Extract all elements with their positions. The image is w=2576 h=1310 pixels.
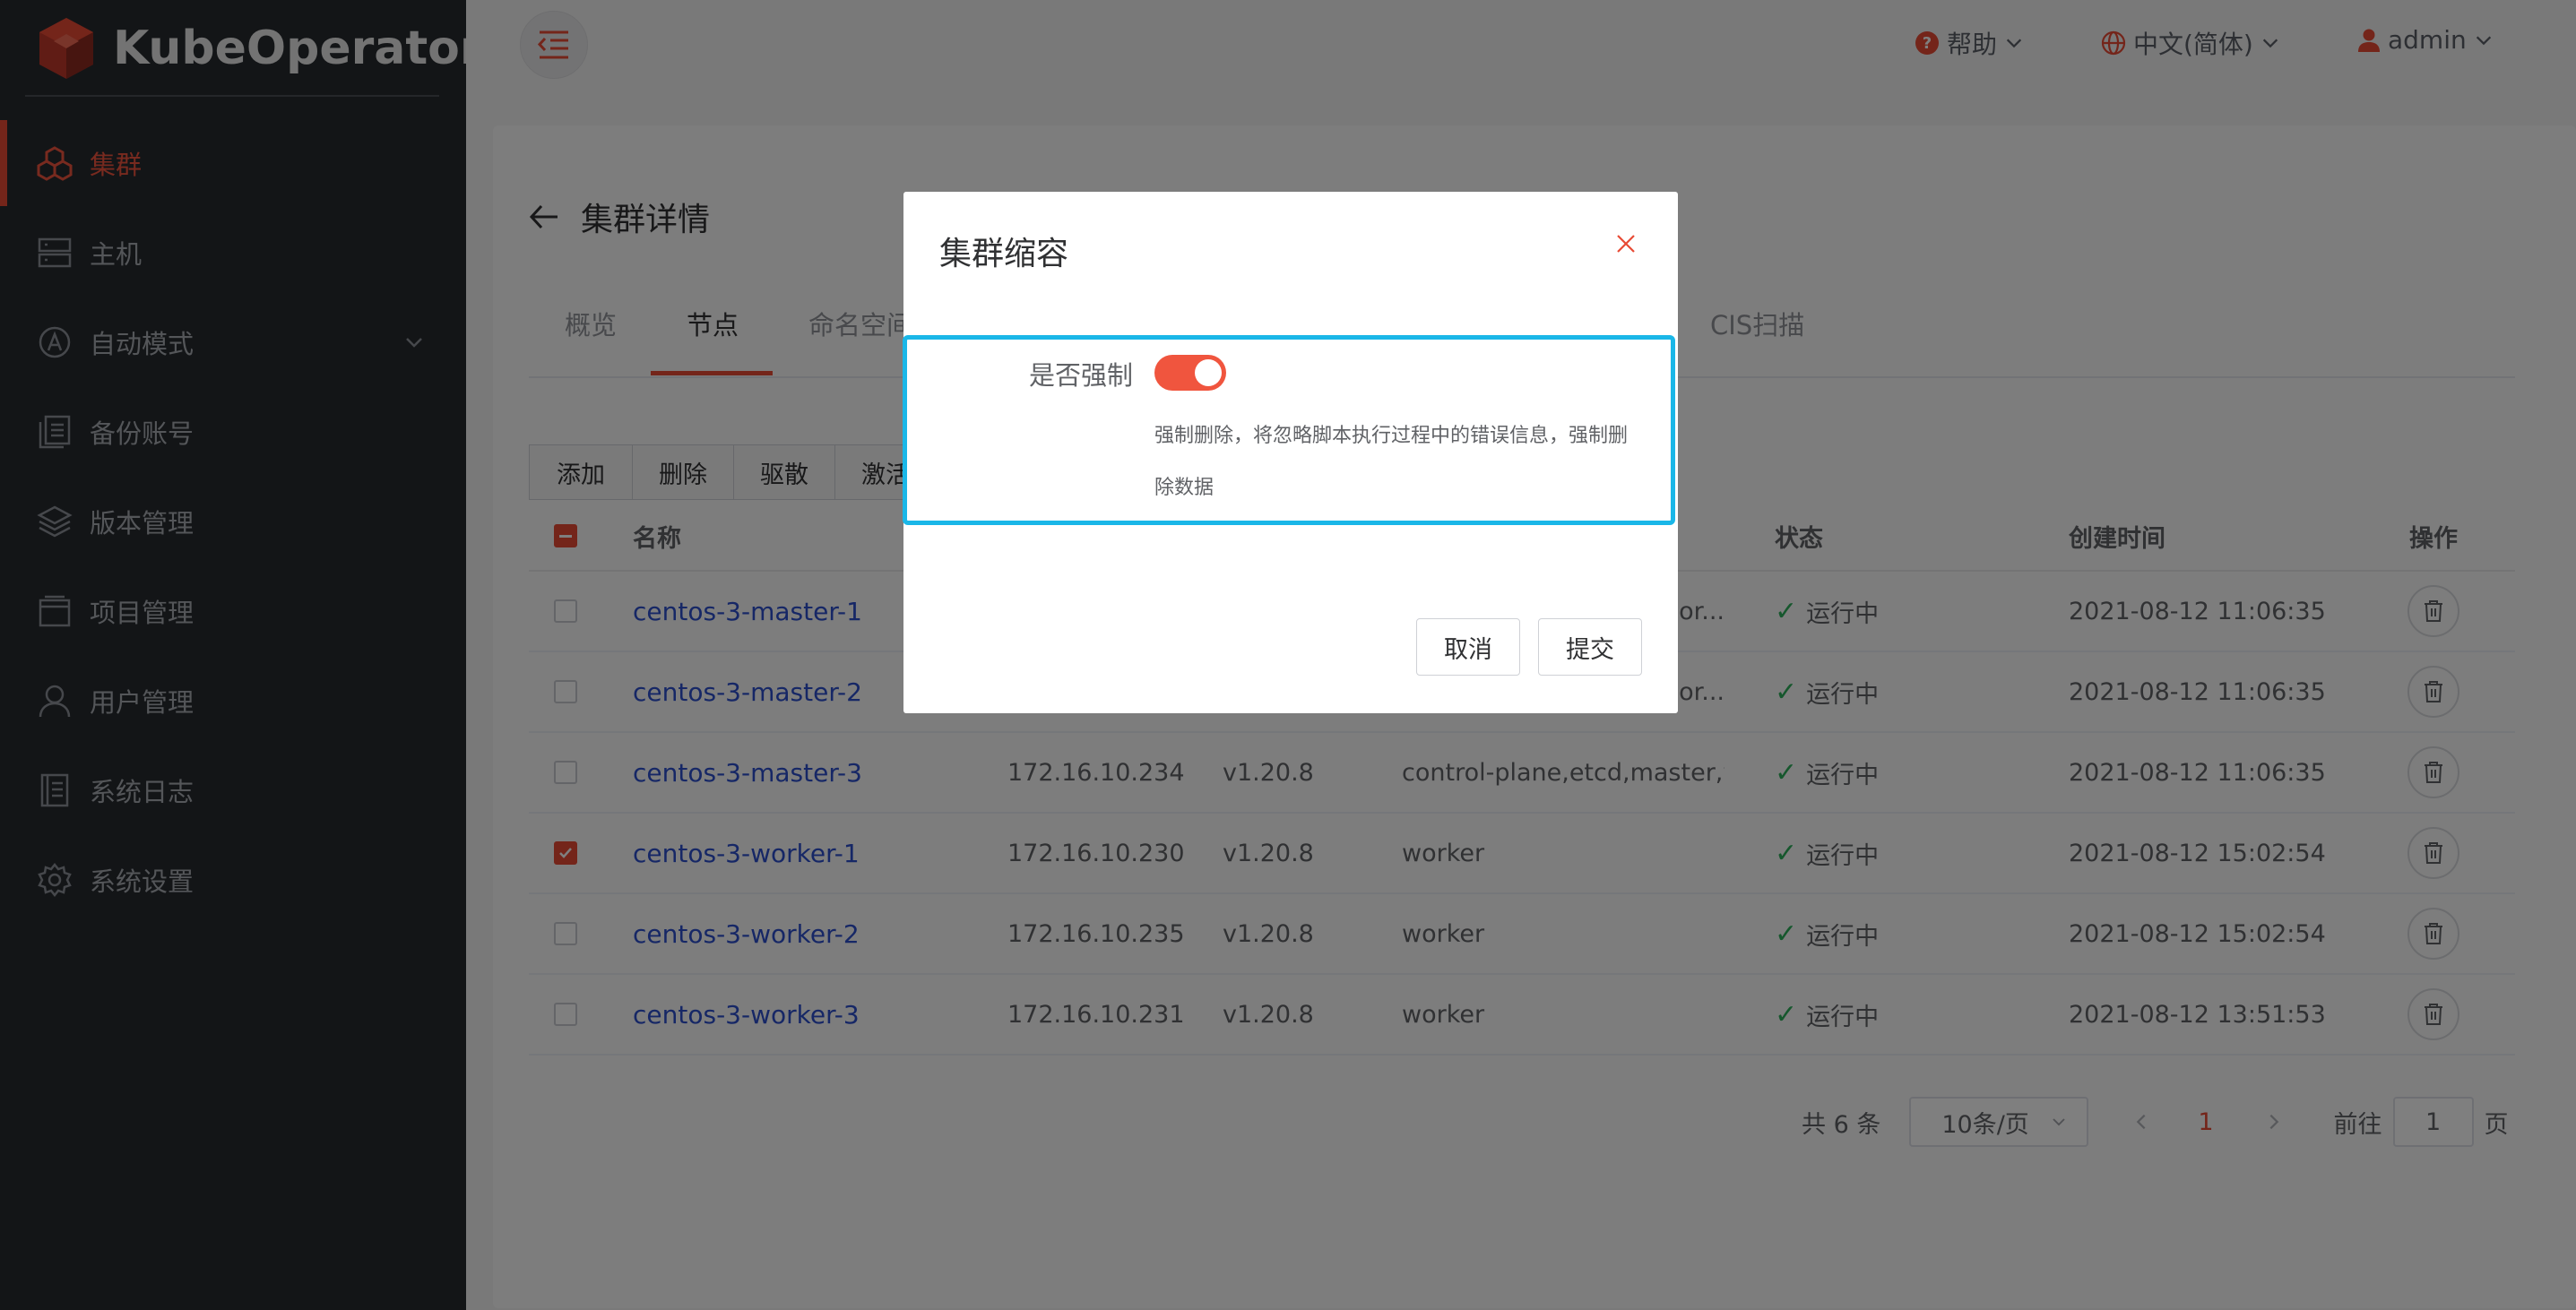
force-hint: 强制删除，将忽略脚本执行过程中的错误信息，强制删除数据 — [1154, 425, 1629, 499]
cancel-button[interactable]: 取消 — [1416, 618, 1520, 676]
submit-button[interactable]: 提交 — [1538, 618, 1642, 676]
dialog-title: 集群缩容 — [939, 236, 1069, 272]
force-switch[interactable] — [1154, 355, 1226, 391]
close-icon[interactable] — [1613, 231, 1638, 256]
force-label: 是否强制 — [1028, 360, 1133, 391]
